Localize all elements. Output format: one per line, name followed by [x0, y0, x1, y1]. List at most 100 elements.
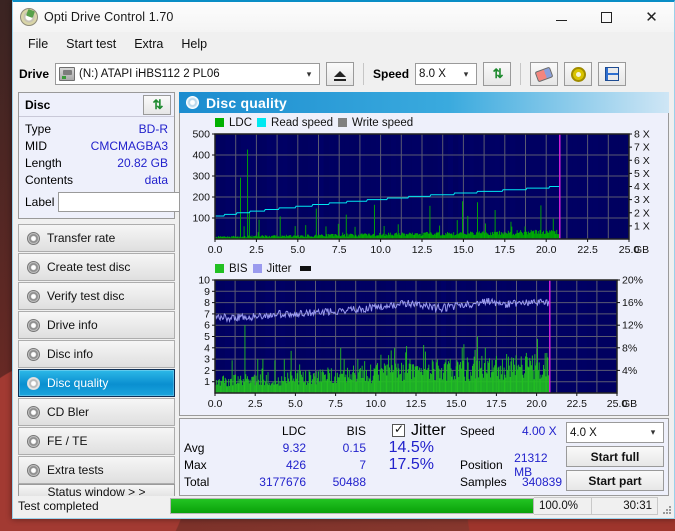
sidebar-item-cd-bler[interactable]: CD Bler [18, 398, 175, 426]
menu-item-help[interactable]: Help [172, 34, 216, 54]
sidebar-item-label: Drive info [47, 318, 98, 332]
erase-button[interactable] [530, 62, 559, 86]
window-title: Opti Drive Control 1.70 [44, 10, 174, 24]
legend-label-ldc: LDC [229, 116, 253, 129]
menu-item-file[interactable]: File [19, 34, 57, 54]
disc-icon [27, 289, 40, 303]
legend-swatch-write-speed [338, 118, 348, 127]
test-speed-select[interactable]: 4.0 X ▾ [566, 422, 664, 443]
speed-select[interactable]: 8.0 X ▾ [415, 63, 478, 85]
legend-label-jitter: Jitter [266, 262, 292, 275]
sidebar-item-disc-info[interactable]: Disc info [18, 340, 175, 368]
speed-row: Speed 4.00 X [460, 422, 562, 439]
progress-bar [170, 498, 534, 514]
test-speed-value: 4.0 X [570, 426, 597, 439]
svg-text:20%: 20% [622, 276, 643, 287]
sidebar-item-disc-quality[interactable]: Disc quality [18, 369, 175, 397]
disc-row-value: CMCMAGBA3 [90, 139, 168, 153]
legend-swatch-jitter [252, 264, 262, 273]
svg-text:2.5: 2.5 [249, 244, 264, 256]
svg-text:8 X: 8 X [634, 130, 650, 141]
refresh-button[interactable]: ⇅ [483, 62, 512, 86]
disc-row-key: Length [25, 156, 62, 170]
bis-jitter-chart-svg: 12345678910 4% 8% 12% 16% 20% 0.0 2.5 5.0 7.5 10.0… [198, 276, 643, 410]
jitter-checkbox[interactable] [392, 422, 405, 437]
disc-refresh-button[interactable]: ⇅ [143, 94, 171, 115]
sidebar-item-label: Transfer rate [47, 231, 116, 245]
svg-text:5.0: 5.0 [288, 398, 303, 410]
left-sidebar: Disc ⇅ Type BD-R MID CMCMAGBA3 Length 20… [13, 92, 228, 500]
svg-text:10: 10 [198, 276, 210, 287]
elapsed-time-label: 30:31 [592, 497, 658, 515]
svg-text:15.0: 15.0 [453, 244, 474, 256]
jitter-label: Jitter [411, 421, 446, 439]
close-button[interactable]: ✕ [629, 2, 674, 32]
legend-swatch-extra [300, 266, 312, 271]
disc-icon [27, 405, 40, 419]
eject-button[interactable] [326, 62, 355, 86]
disc-quality-icon [186, 96, 199, 109]
ldc-chart-svg: 100 200 300 400 500 1 X2 X3 X4 X5 X6 X7 X8 X 0… [192, 130, 650, 256]
svg-text:0.0: 0.0 [208, 244, 223, 256]
sidebar-item-label: Create test disc [47, 260, 131, 274]
disc-icon [27, 318, 40, 332]
disc-row-contents: Contents data [25, 172, 168, 189]
svg-text:8: 8 [204, 297, 210, 309]
minimize-button[interactable] [539, 2, 584, 32]
disc-icon [27, 463, 40, 477]
svg-text:500: 500 [192, 130, 210, 141]
chevron-down-icon: ▾ [650, 427, 656, 437]
sidebar-item-verify-test-disc[interactable]: Verify test disc [18, 282, 175, 310]
jitter-max: 17.5% [388, 456, 434, 473]
disc-label-key: Label [25, 194, 55, 209]
stats-bis-max: 7 [359, 457, 366, 472]
toolbar-divider-2 [520, 63, 522, 85]
svg-text:20.0: 20.0 [526, 398, 547, 410]
maximize-button[interactable] [584, 2, 629, 32]
legend-swatch-bis [215, 264, 224, 273]
sidebar-item-drive-info[interactable]: Drive info [18, 311, 175, 339]
svg-text:17.5: 17.5 [486, 398, 507, 410]
close-icon: ✕ [645, 8, 658, 26]
sidebar-item-label: Disc quality [47, 376, 109, 390]
sidebar-item-transfer-rate[interactable]: Transfer rate [18, 224, 175, 252]
svg-text:8%: 8% [622, 342, 637, 354]
legend-label-read-speed: Read speed [271, 116, 334, 129]
start-part-button[interactable]: Start part [566, 470, 664, 491]
disc-row-key: Type [25, 122, 52, 136]
disc-row-mid: MID CMCMAGBA3 [25, 138, 168, 155]
status-bar: Test completed 100.0% 30:31 [13, 496, 674, 518]
sidebar-item-label: Extra tests [47, 463, 104, 477]
menu-item-extra[interactable]: Extra [125, 34, 172, 54]
start-full-button[interactable]: Start full [566, 446, 664, 467]
stats-row-avg: Avg 9.32 0.15 [184, 439, 366, 456]
drive-toolbar: Drive (N:) ATAPI iHBS112 2 PL06 ▾ Speed … [13, 56, 674, 92]
resize-grip[interactable] [658, 497, 672, 515]
svg-text:7.5: 7.5 [332, 244, 347, 256]
disc-label-row: Label [25, 191, 228, 212]
svg-text:200: 200 [192, 192, 210, 204]
error-stats-table: LDC BIS Avg 9.32 0.15 Max 426 7 Total 31… [184, 422, 366, 491]
stats-col-header-bis: BIS [346, 423, 366, 438]
title-bar: Opti Drive Control 1.70 ✕ [13, 2, 674, 32]
sidebar-item-fe-te[interactable]: FE / TE [18, 427, 175, 455]
svg-text:0.0: 0.0 [208, 398, 223, 410]
stats-row-label: Max [184, 457, 207, 472]
svg-text:12%: 12% [622, 320, 643, 332]
sidebar-item-create-test-disc[interactable]: Create test disc [18, 253, 175, 281]
drive-label: Drive [19, 67, 50, 81]
svg-text:9: 9 [204, 286, 210, 298]
stats-bis-avg: 0.15 [342, 440, 366, 455]
legend-label-write-speed: Write speed [352, 116, 414, 129]
svg-text:6 X: 6 X [634, 155, 650, 167]
svg-text:16%: 16% [622, 297, 643, 309]
svg-text:5.0: 5.0 [290, 244, 305, 256]
settings-button[interactable] [564, 62, 593, 86]
menu-item-start-test[interactable]: Start test [57, 34, 125, 54]
progress-percent-label: 100.0% [534, 497, 592, 515]
svg-text:2 X: 2 X [634, 207, 650, 219]
sidebar-item-extra-tests[interactable]: Extra tests [18, 456, 175, 484]
ldc-chart-legend: LDC Read speed Write speed [183, 115, 665, 130]
save-button[interactable] [598, 62, 627, 86]
drive-select[interactable]: (N:) ATAPI iHBS112 2 PL06 ▾ [55, 63, 321, 85]
